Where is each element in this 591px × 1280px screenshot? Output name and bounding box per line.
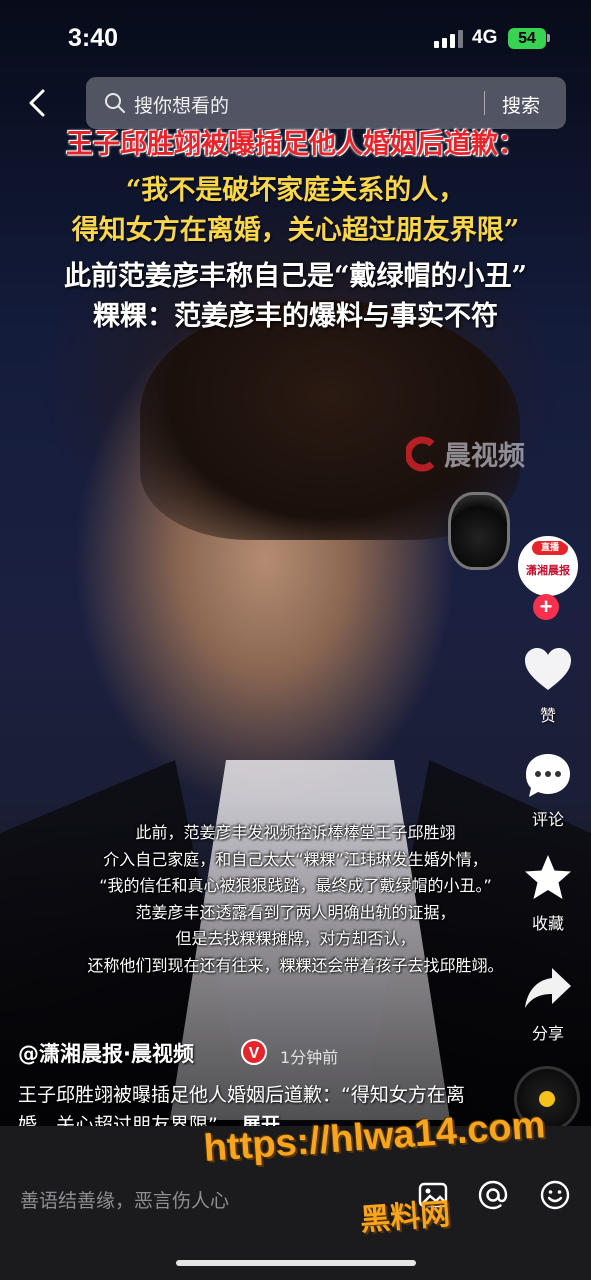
channel-watermark: 晨视频: [406, 434, 525, 473]
headline-line-3: 得知女方在离婚，关心超过朋友界限”: [71, 215, 520, 246]
subtitle-line: “我的信任和真心被狠狠践踏，最终成了戴绿帽的小丑。”: [99, 876, 492, 895]
watermark-text: 晨视频: [444, 441, 525, 472]
follow-button[interactable]: +: [533, 594, 559, 620]
verified-badge-icon: V: [241, 1039, 267, 1065]
search-divider: [484, 91, 485, 115]
search-placeholder[interactable]: 搜你想看的: [134, 91, 229, 118]
battery-icon: 54: [508, 28, 546, 49]
post-time: 1分钟前: [280, 1048, 339, 1067]
video-subtitles: 此前，范姜彦丰发视频控诉棒棒堂王子邱胜翊 介入自己家庭，和自己太太“粿粿”江玮琳…: [0, 820, 591, 979]
emoji-icon[interactable]: [538, 1178, 572, 1212]
avatar-logo-text: 潇湘晨报: [526, 564, 570, 577]
like-label[interactable]: 赞: [518, 702, 578, 726]
favorite-label[interactable]: 收藏: [518, 910, 578, 934]
subtitle-line: 此前，范姜彦丰发视频控诉棒棒堂王子邱胜翊: [135, 823, 456, 842]
heart-icon[interactable]: [522, 644, 574, 696]
star-icon[interactable]: [522, 852, 574, 904]
comment-label[interactable]: 评论: [518, 806, 578, 830]
comment-icon[interactable]: [522, 750, 574, 802]
headline-line-1: 王子邱胜翊被曝插足他人婚姻后道歉：: [66, 129, 525, 160]
cellular-signal-icon: [434, 30, 463, 48]
share-icon[interactable]: [522, 962, 574, 1014]
status-time: 3:40: [68, 24, 119, 52]
headline-line-2: “我不是破坏家庭关系的人，: [125, 175, 466, 206]
share-label[interactable]: 分享: [518, 1020, 578, 1044]
mention-icon[interactable]: [476, 1178, 510, 1212]
search-icon: [105, 93, 125, 113]
subtitle-line: 范姜彦丰还透露看到了两人明确出轨的证据，: [135, 902, 456, 922]
author-name[interactable]: @潇湘晨报·晨视频: [18, 1038, 194, 1068]
headline-line-5: 粿粿：范姜彦丰的爆料与事实不符: [93, 301, 498, 332]
back-icon[interactable]: [24, 88, 54, 118]
live-badge: 直播: [532, 541, 568, 555]
search-button[interactable]: 搜索: [502, 91, 540, 118]
promo-watermark-name: 黑料网: [359, 1196, 452, 1239]
home-indicator: [176, 1260, 416, 1266]
subtitle-line: 但是去找粿粿摊牌，对方却否认，: [175, 929, 416, 948]
video-frame-earpiece: [448, 492, 510, 570]
network-type: 4G: [472, 27, 498, 48]
headline-line-4: 此前范姜彦丰称自己是“戴绿帽的小丑”: [63, 261, 528, 292]
battery-tip: [547, 34, 550, 42]
subtitle-line: 介入自己家庭，和自己太太“粿粿”江玮琳发生婚外情，: [103, 849, 488, 869]
subtitle-line: 还称他们到现在还有往来，粿粿还会带着孩子去找邱胜翊。: [87, 955, 504, 975]
watermark-logo-icon: [406, 436, 435, 471]
author-avatar[interactable]: 直播 潇湘晨报: [518, 536, 578, 596]
comment-input[interactable]: 善语结善缘，恶言伤人心: [20, 1186, 229, 1213]
